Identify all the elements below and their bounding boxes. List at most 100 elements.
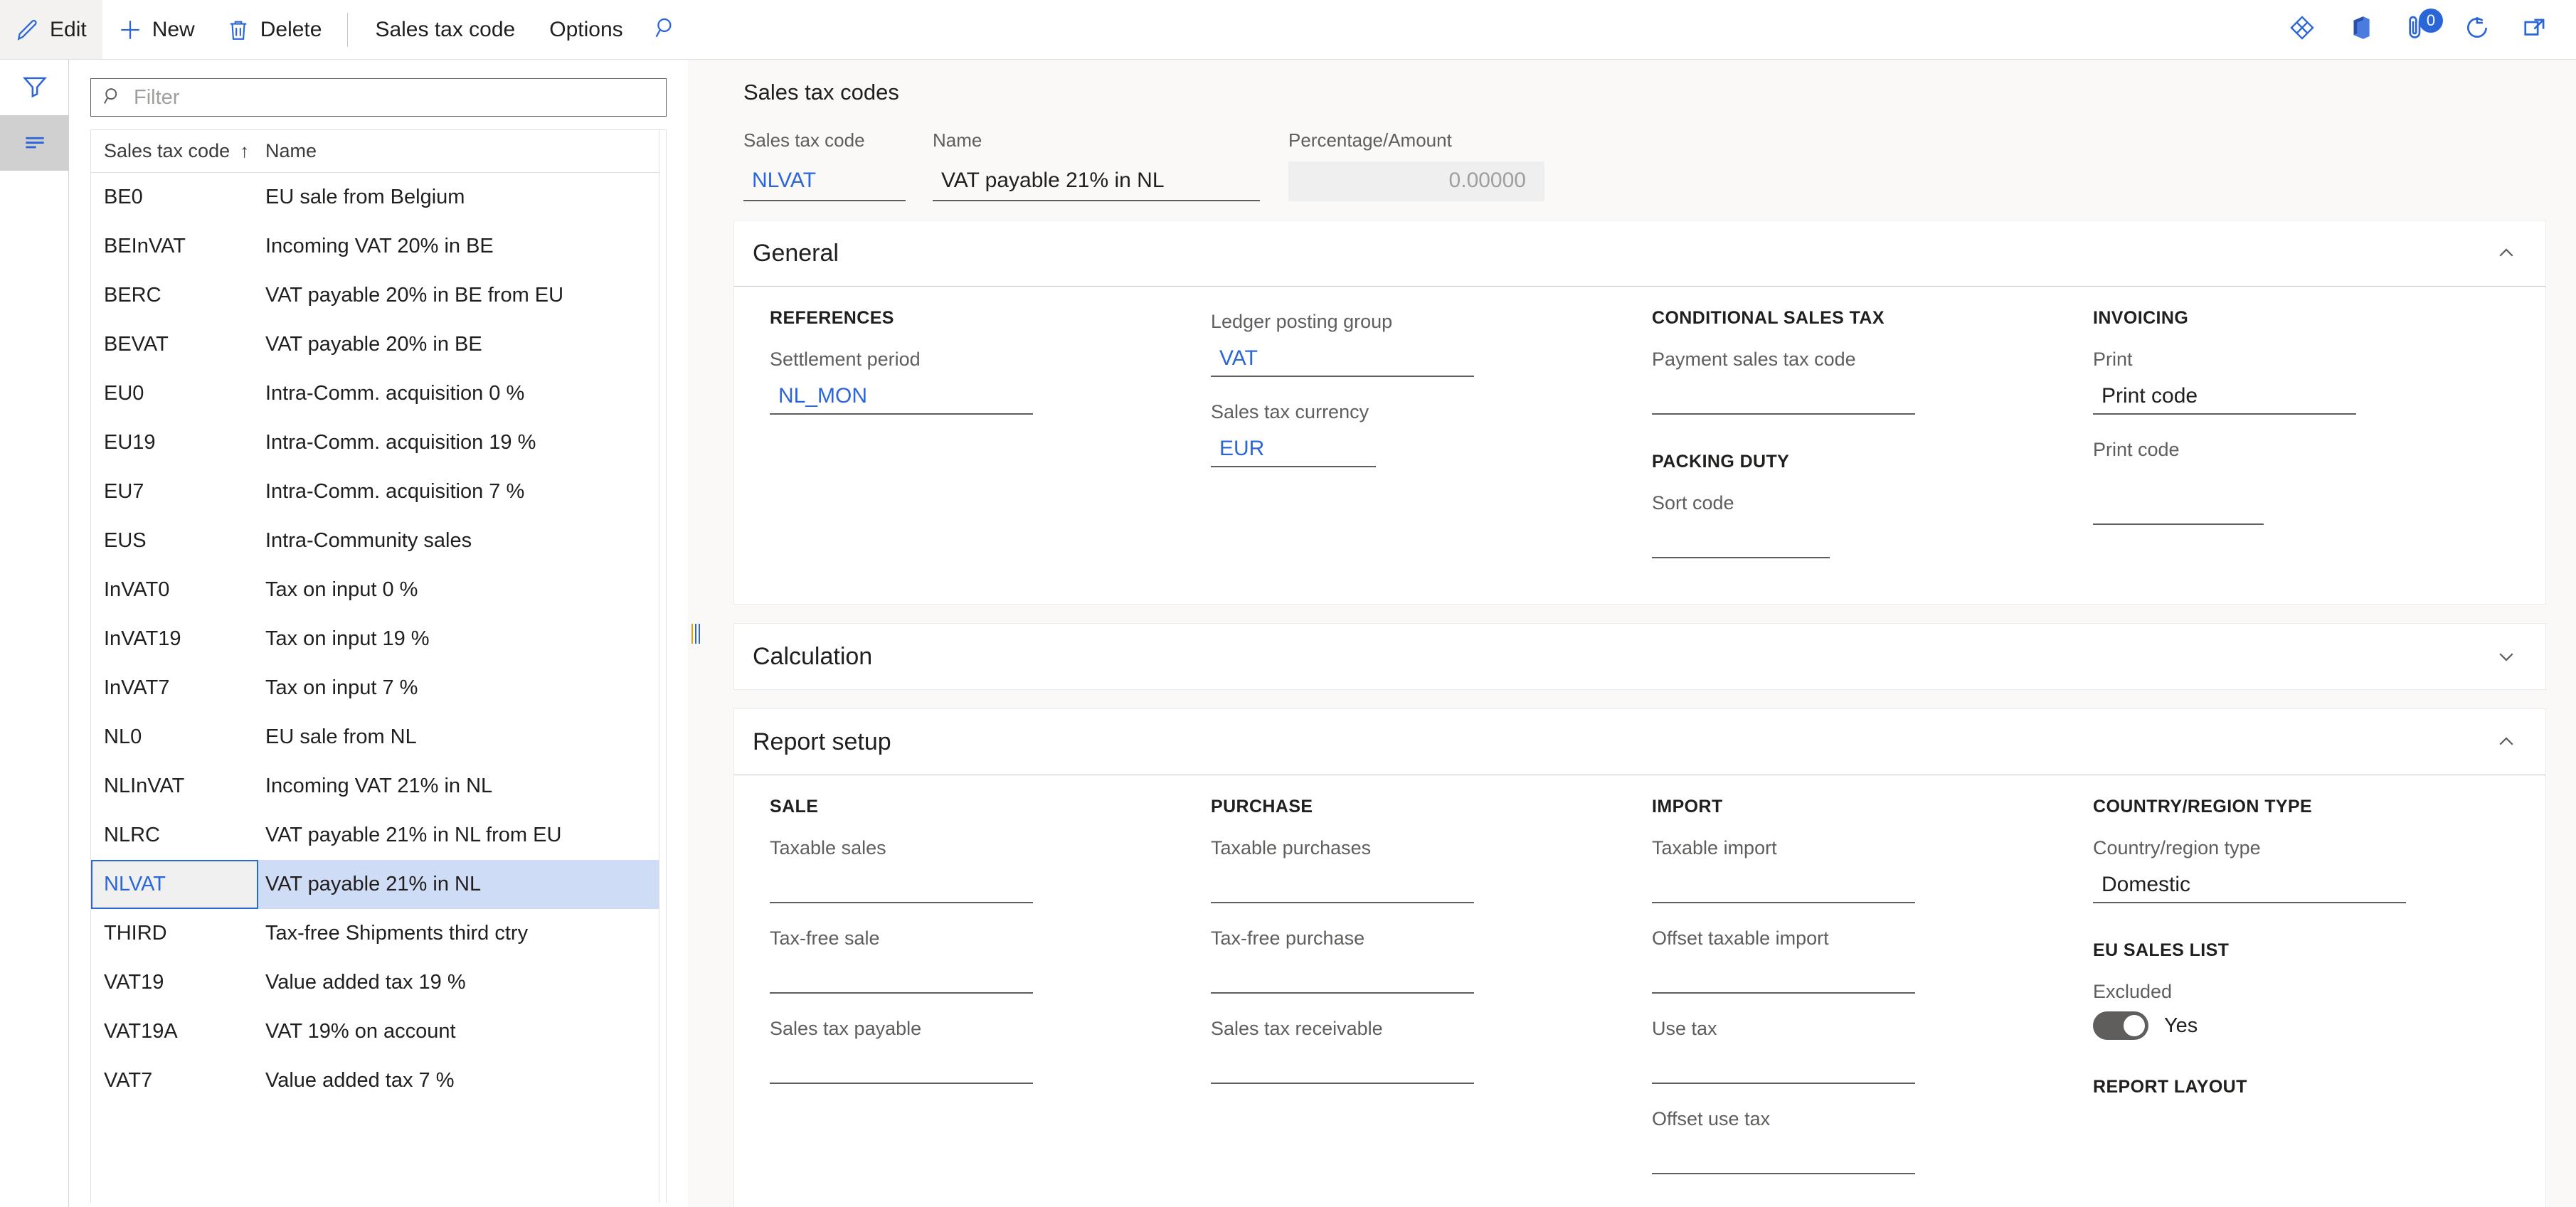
table-row[interactable]: EU7 Intra-Comm. acquisition 7 % (91, 467, 666, 516)
tax-free-purchase-value[interactable] (1211, 958, 1474, 994)
table-row[interactable]: BE0 EU sale from Belgium (91, 173, 666, 222)
pane-splitter[interactable] (688, 60, 704, 1207)
table-row[interactable]: InVAT7 Tax on input 7 % (91, 664, 666, 713)
table-row[interactable]: InVAT19 Tax on input 19 % (91, 615, 666, 664)
table-row[interactable]: BEInVAT Incoming VAT 20% in BE (91, 222, 666, 271)
search-button[interactable] (640, 0, 691, 59)
filter-box[interactable] (90, 78, 667, 117)
filter-input[interactable] (134, 85, 654, 110)
delete-button[interactable]: Delete (211, 0, 338, 59)
list-pane-button[interactable] (0, 115, 69, 171)
table-row[interactable]: NLVAT VAT payable 21% in NL (91, 860, 666, 909)
options-menu[interactable]: Options (532, 0, 640, 59)
row-name[interactable]: Tax on input 0 % (258, 565, 666, 615)
table-row[interactable]: NL0 EU sale from NL (91, 713, 666, 762)
grid-header-name[interactable]: Name (258, 140, 666, 162)
row-name[interactable]: EU sale from Belgium (258, 173, 666, 222)
sales-tax-code-menu[interactable]: Sales tax code (358, 0, 532, 59)
row-name[interactable]: Value added tax 7 % (258, 1056, 666, 1105)
table-row[interactable]: BERC VAT payable 20% in BE from EU (91, 271, 666, 320)
tax-free-sale-value[interactable] (770, 958, 1033, 994)
sales-tax-currency-value[interactable]: EUR (1211, 432, 1376, 467)
row-sales-tax-code[interactable]: VAT19A (91, 1007, 258, 1056)
edit-button[interactable]: Edit (0, 0, 102, 59)
table-row[interactable]: EU0 Intra-Comm. acquisition 0 % (91, 369, 666, 418)
print-code-value[interactable] (2093, 489, 2264, 525)
new-button[interactable]: New (102, 0, 211, 59)
row-sales-tax-code[interactable]: NLInVAT (91, 762, 258, 811)
row-name[interactable]: Incoming VAT 20% in BE (258, 222, 666, 271)
taxable-sales-value[interactable] (770, 868, 1033, 903)
country-region-type-value[interactable]: Domestic (2093, 868, 2406, 903)
taxable-purchases-value[interactable] (1211, 868, 1474, 903)
offset-taxable-import-value[interactable] (1652, 958, 1915, 994)
settlement-period-value[interactable]: NL_MON (770, 379, 1033, 415)
table-row[interactable]: VAT19A VAT 19% on account (91, 1007, 666, 1056)
table-row[interactable]: BEVAT VAT payable 20% in BE (91, 320, 666, 369)
row-name[interactable]: EU sale from NL (258, 713, 666, 762)
row-sales-tax-code[interactable]: EUS (91, 516, 258, 565)
open-in-new-window-button[interactable] (2506, 0, 2565, 59)
row-sales-tax-code[interactable]: InVAT0 (91, 565, 258, 615)
row-sales-tax-code[interactable]: EU19 (91, 418, 258, 467)
taxable-import-value[interactable] (1652, 868, 1915, 903)
row-name[interactable]: Tax on input 19 % (258, 615, 666, 664)
row-sales-tax-code[interactable]: NLRC (91, 811, 258, 860)
use-tax-value[interactable] (1652, 1048, 1915, 1084)
ledger-posting-group-value[interactable]: VAT (1211, 341, 1474, 377)
row-name[interactable]: Intra-Community sales (258, 516, 666, 565)
row-name[interactable]: Value added tax 19 % (258, 958, 666, 1007)
table-row[interactable]: EU19 Intra-Comm. acquisition 19 % (91, 418, 666, 467)
row-sales-tax-code[interactable]: THIRD (91, 909, 258, 958)
section-report-setup-header[interactable]: Report setup (734, 709, 2545, 775)
row-name[interactable]: VAT payable 21% in NL (258, 860, 666, 909)
row-name[interactable]: VAT payable 21% in NL from EU (258, 811, 666, 860)
row-sales-tax-code[interactable]: NL0 (91, 713, 258, 762)
row-sales-tax-code[interactable]: InVAT19 (91, 615, 258, 664)
row-name[interactable]: Intra-Comm. acquisition 7 % (258, 467, 666, 516)
row-sales-tax-code[interactable]: EU7 (91, 467, 258, 516)
row-name[interactable]: VAT payable 20% in BE from EU (258, 271, 666, 320)
payment-sales-tax-code-value[interactable] (1652, 379, 1915, 415)
row-sales-tax-code[interactable]: VAT19 (91, 958, 258, 1007)
chevron-up-icon[interactable] (2496, 243, 2517, 264)
table-row[interactable]: VAT19 Value added tax 19 % (91, 958, 666, 1007)
row-sales-tax-code[interactable]: BEVAT (91, 320, 258, 369)
section-general-header[interactable]: General (734, 220, 2545, 286)
row-name[interactable]: Incoming VAT 21% in NL (258, 762, 666, 811)
row-sales-tax-code[interactable]: EU0 (91, 369, 258, 418)
grid-vertical-scrollbar[interactable] (659, 130, 666, 1203)
row-name[interactable]: Intra-Comm. acquisition 19 % (258, 418, 666, 467)
name-value[interactable]: VAT payable 21% in NL (933, 161, 1260, 201)
row-name[interactable]: VAT payable 20% in BE (258, 320, 666, 369)
chevron-up-icon[interactable] (2496, 731, 2517, 753)
row-sales-tax-code[interactable]: InVAT7 (91, 664, 258, 713)
sort-code-value[interactable] (1652, 523, 1830, 558)
table-row[interactable]: NLRC VAT payable 21% in NL from EU (91, 811, 666, 860)
row-name[interactable]: VAT 19% on account (258, 1007, 666, 1056)
row-name[interactable]: Tax-free Shipments third ctry (258, 909, 666, 958)
table-row[interactable]: InVAT0 Tax on input 0 % (91, 565, 666, 615)
grid-header-code[interactable]: Sales tax code ↑ (91, 140, 258, 162)
office-button[interactable] (2331, 0, 2390, 59)
table-row[interactable]: NLInVAT Incoming VAT 21% in NL (91, 762, 666, 811)
powerapps-button[interactable] (2273, 0, 2331, 59)
row-sales-tax-code[interactable]: BERC (91, 271, 258, 320)
filter-pane-button[interactable] (0, 60, 69, 115)
refresh-button[interactable] (2448, 0, 2506, 59)
excluded-toggle[interactable] (2093, 1011, 2148, 1040)
row-sales-tax-code[interactable]: VAT7 (91, 1056, 258, 1105)
row-sales-tax-code[interactable]: BE0 (91, 173, 258, 222)
offset-use-tax-value[interactable] (1652, 1139, 1915, 1174)
row-sales-tax-code[interactable]: BEInVAT (91, 222, 258, 271)
table-row[interactable]: THIRD Tax-free Shipments third ctry (91, 909, 666, 958)
row-name[interactable]: Intra-Comm. acquisition 0 % (258, 369, 666, 418)
chevron-down-icon[interactable] (2496, 646, 2517, 667)
table-row[interactable]: VAT7 Value added tax 7 % (91, 1056, 666, 1105)
table-row[interactable]: EUS Intra-Community sales (91, 516, 666, 565)
sales-tax-code-value[interactable]: NLVAT (743, 161, 906, 201)
sales-tax-payable-value[interactable] (770, 1048, 1033, 1084)
section-calculation-header[interactable]: Calculation (734, 624, 2545, 689)
row-sales-tax-code[interactable]: NLVAT (91, 860, 258, 909)
attachments-button[interactable]: 0 (2390, 0, 2448, 59)
